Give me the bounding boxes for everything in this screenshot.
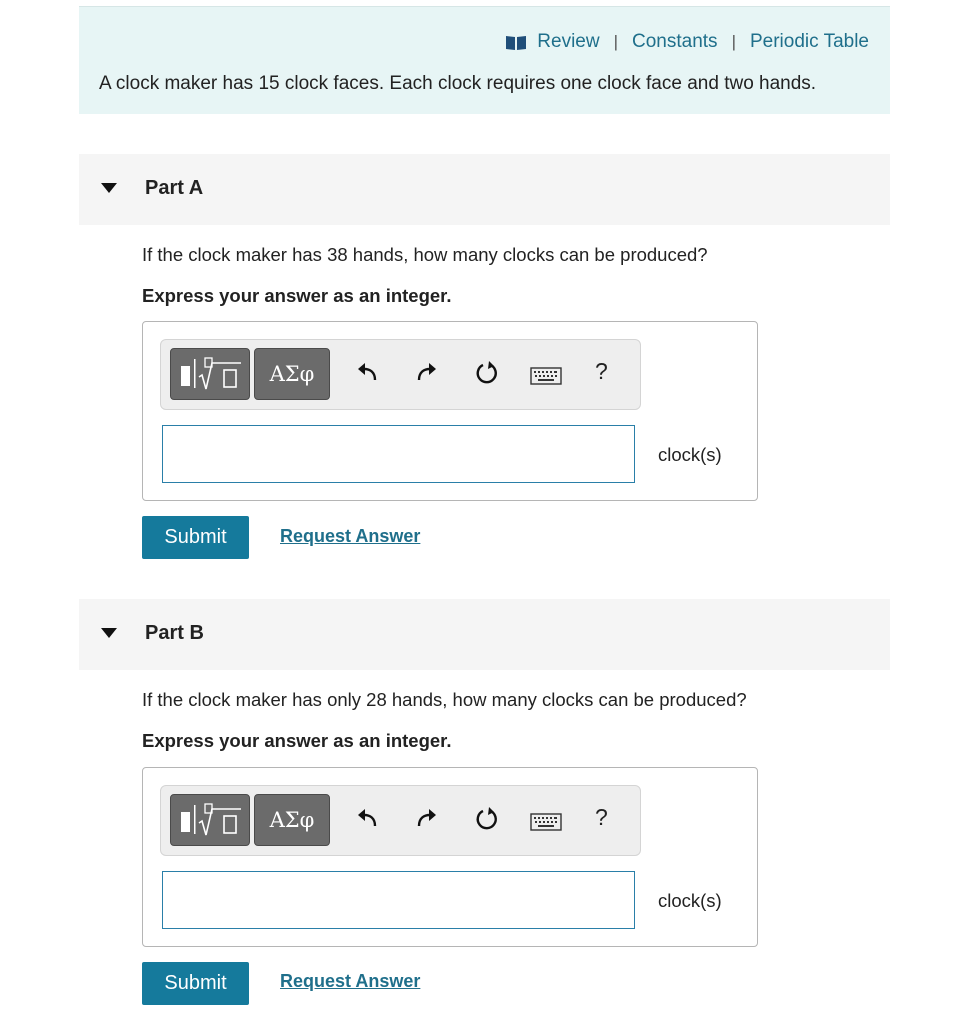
- answer-box: ΑΣφ ? clock(s): [142, 321, 758, 501]
- question-text: If the clock maker has only 28 hands, ho…: [142, 689, 747, 710]
- link-separator: |: [731, 32, 736, 51]
- submit-button[interactable]: Submit: [142, 962, 249, 1005]
- request-answer-link[interactable]: Request Answer: [280, 526, 420, 547]
- templates-button[interactable]: [170, 794, 250, 846]
- resource-links: Review | Constants | Periodic Table: [505, 31, 869, 53]
- submit-button[interactable]: Submit: [142, 516, 249, 559]
- link-separator: |: [613, 32, 619, 51]
- answer-unit: clock(s): [658, 890, 722, 911]
- undo-icon[interactable]: [356, 360, 380, 384]
- answer-input[interactable]: [162, 425, 635, 483]
- keyboard-icon[interactable]: [530, 813, 562, 831]
- periodic-table-link[interactable]: Periodic Table: [750, 31, 869, 53]
- answer-box: ΑΣφ ? clock(s): [142, 767, 758, 947]
- help-button[interactable]: ?: [595, 804, 608, 831]
- problem-statement: A clock maker has 15 clock faces. Each c…: [99, 73, 817, 94]
- part-b-header[interactable]: Part B: [79, 599, 890, 670]
- redo-icon[interactable]: [414, 806, 438, 830]
- keyboard-icon[interactable]: [530, 367, 562, 385]
- review-link[interactable]: Review: [537, 31, 599, 53]
- request-answer-link[interactable]: Request Answer: [280, 971, 420, 992]
- templates-icon: [181, 803, 241, 836]
- part-a-header[interactable]: Part A: [79, 154, 890, 225]
- reset-icon[interactable]: [474, 806, 500, 832]
- question-text: If the clock maker has 38 hands, how man…: [142, 244, 708, 265]
- reset-icon[interactable]: [474, 360, 500, 386]
- answer-instruction: Express your answer as an integer.: [142, 285, 452, 306]
- book-icon: [506, 35, 527, 50]
- undo-icon[interactable]: [356, 806, 380, 830]
- answer-input[interactable]: [162, 871, 635, 929]
- math-toolbar: ΑΣφ ?: [160, 339, 641, 410]
- collapse-caret-icon[interactable]: [101, 183, 117, 193]
- answer-unit: clock(s): [658, 444, 722, 465]
- greek-symbols-button[interactable]: ΑΣφ: [254, 794, 330, 846]
- redo-icon[interactable]: [414, 360, 438, 384]
- problem-intro: Review | Constants | Periodic Table A cl…: [79, 6, 890, 114]
- help-button[interactable]: ?: [595, 358, 608, 385]
- greek-symbols-button[interactable]: ΑΣφ: [254, 348, 330, 400]
- templates-button[interactable]: [170, 348, 250, 400]
- constants-link[interactable]: Constants: [632, 31, 718, 53]
- collapse-caret-icon[interactable]: [101, 628, 117, 638]
- answer-instruction: Express your answer as an integer.: [142, 730, 452, 751]
- part-title: Part B: [145, 622, 204, 644]
- math-toolbar: ΑΣφ ?: [160, 785, 641, 856]
- templates-icon: [181, 357, 241, 390]
- part-title: Part A: [145, 177, 204, 199]
